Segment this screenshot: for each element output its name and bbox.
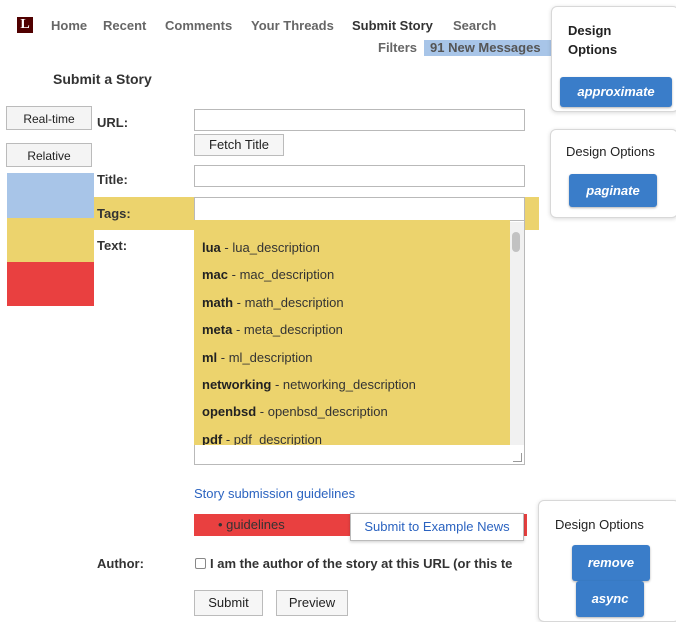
approximate-button[interactable]: approximate [560, 77, 672, 107]
nav-filters[interactable]: Filters [378, 40, 417, 55]
design-options-title: Design Options [566, 144, 655, 159]
tag-description: - networking_description [271, 376, 416, 392]
author-label: Author: [97, 556, 144, 571]
tag-name: networking [202, 376, 272, 392]
design-options-panel-3: Design Options remove async [538, 500, 676, 622]
relative-button[interactable]: Relative [6, 143, 92, 167]
nav-home[interactable]: Home [51, 18, 87, 33]
dropdown-scroll-thumb[interactable] [512, 232, 520, 252]
new-messages-link[interactable]: 91 New Messages [424, 40, 558, 56]
dropdown-partial-item [194, 220, 510, 234]
paginate-button[interactable]: paginate [569, 174, 657, 207]
tag-name: ml [202, 349, 218, 365]
tag-name: meta [202, 322, 233, 338]
color-swatch-red [7, 262, 94, 306]
url-label: URL: [97, 115, 129, 130]
tag-name: mac [202, 267, 229, 283]
tag-option-pdf[interactable]: pdf - pdf_description [194, 426, 510, 445]
async-button[interactable]: async [576, 581, 644, 617]
nav-search[interactable]: Search [453, 18, 496, 33]
tag-description: - math_description [233, 294, 344, 310]
title-input[interactable] [194, 165, 525, 187]
tag-option-lua[interactable]: lua - lua_description [194, 234, 510, 261]
nav-recent[interactable]: Recent [103, 18, 146, 33]
submit-to-example-news[interactable]: Submit to Example News [350, 513, 524, 541]
tags-label: Tags: [97, 206, 131, 221]
tag-name: openbsd [202, 404, 257, 420]
fetch-title-button[interactable]: Fetch Title [194, 134, 284, 156]
tag-description: - pdf_description [222, 431, 322, 445]
tag-name: pdf [202, 431, 223, 445]
design-options-title: Design Options [555, 517, 644, 532]
tag-name: math [202, 294, 234, 310]
author-checkbox-label: I am the author of the story at this URL… [210, 556, 513, 571]
tag-description: - lua_description [220, 240, 320, 255]
site-logo[interactable]: L [17, 17, 33, 33]
author-checkbox[interactable] [195, 558, 206, 569]
color-swatch-yellow [7, 218, 94, 262]
tags-dropdown: lua - lua_description mac - mac_descripti… [194, 220, 510, 445]
guidelines-bullet: • guidelines [218, 517, 285, 532]
tag-description: - ml_description [217, 349, 313, 365]
title-label: Title: [97, 172, 128, 187]
design-options-panel-2: Design Options paginate [550, 129, 676, 218]
tag-option-math[interactable]: math - math_description [194, 289, 510, 316]
submit-button[interactable]: Submit [194, 590, 263, 616]
tag-option-meta[interactable]: meta - meta_description [194, 316, 510, 343]
tag-option-mac[interactable]: mac - mac_description [194, 261, 510, 288]
tag-description: - mac_description [228, 267, 335, 283]
preview-button[interactable]: Preview [276, 590, 348, 616]
url-input[interactable] [194, 109, 525, 131]
color-swatch-blue [7, 173, 94, 218]
resize-handle[interactable] [513, 453, 522, 462]
tag-option-openbsd[interactable]: openbsd - openbsd_description [194, 398, 510, 425]
tag-option-networking[interactable]: networking - networking_description [194, 371, 510, 398]
design-options-panel-1: Design Options approximate [551, 6, 676, 112]
nav-submit-story[interactable]: Submit Story [352, 18, 433, 33]
tag-name: lua [202, 240, 221, 255]
realtime-button[interactable]: Real-time [6, 106, 92, 130]
guidelines-link[interactable]: Story submission guidelines [194, 486, 355, 501]
text-label: Text: [97, 238, 128, 253]
page-title: Submit a Story [53, 71, 152, 87]
tag-description: - openbsd_description [256, 404, 388, 420]
tag-description: - meta_description [232, 322, 343, 338]
nav-comments[interactable]: Comments [165, 18, 232, 33]
tag-option-ml[interactable]: ml - ml_description [194, 344, 510, 371]
nav-your-threads[interactable]: Your Threads [251, 18, 334, 33]
dropdown-scrollbar[interactable] [510, 222, 524, 445]
design-options-title: Design Options [568, 23, 618, 57]
remove-button[interactable]: remove [572, 545, 650, 581]
